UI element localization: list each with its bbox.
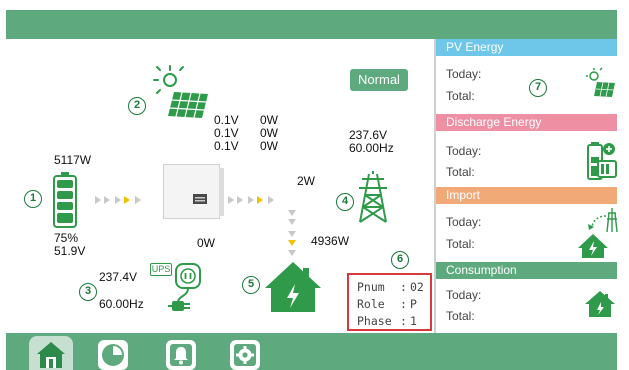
pnum-value: 02: [410, 280, 424, 294]
phase-label: Phase: [357, 314, 392, 328]
ups-outlet-icon[interactable]: UPS: [148, 263, 206, 315]
home-power: 4936W: [311, 234, 350, 248]
home-nav-icon: [37, 342, 65, 368]
badge-home: 5: [242, 276, 260, 294]
pv-energy-total-label: Total:: [446, 89, 475, 103]
status-badge: Normal: [350, 69, 408, 91]
battery-power: 5117W: [54, 153, 92, 167]
inverter-icon[interactable]: [163, 164, 225, 224]
consumption-today-label: Today:: [446, 288, 482, 302]
battery-icon[interactable]: [53, 172, 77, 228]
role-value: P: [410, 297, 417, 311]
tab-settings[interactable]: [230, 340, 260, 370]
discharge-energy-total-label: Total:: [446, 165, 475, 179]
import-today-label: Today:: [446, 215, 482, 229]
ups-voltage: 237.4V: [99, 270, 138, 284]
consumption-total-label: Total:: [446, 309, 475, 323]
badge-battery: 1: [24, 190, 42, 208]
import-header: Import: [436, 187, 617, 204]
gear-icon: [234, 344, 256, 366]
tab-home[interactable]: [29, 336, 73, 370]
home-consumption-icon: [585, 291, 615, 317]
pnum-label: Pnum: [357, 280, 385, 294]
battery-voltage: 51.9V: [54, 244, 86, 258]
pv-energy-header: PV Energy: [436, 39, 617, 56]
power-tower-icon[interactable]: [356, 171, 390, 223]
flow-arrows-grid: [228, 196, 274, 204]
top-bar: [6, 10, 617, 39]
discharge-energy-header: Discharge Energy: [436, 114, 617, 131]
solar-panel-icon[interactable]: [152, 64, 212, 122]
tab-statistics[interactable]: [98, 340, 128, 370]
consumption-header: Consumption: [436, 262, 617, 279]
grid-import-icon: [578, 208, 618, 258]
badge-grid: 4: [336, 193, 354, 211]
bell-icon: [170, 344, 192, 366]
flow-arrows-home: [288, 210, 296, 256]
pv-voltage-3: 0.1V: [214, 139, 239, 153]
import-total-label: Total:: [446, 237, 475, 251]
battery-discharge-icon: [587, 142, 617, 180]
flow-arrows-battery: [95, 196, 141, 204]
ups-frequency: 60.00Hz: [99, 297, 144, 311]
role-label: Role: [357, 297, 385, 311]
tab-alarms[interactable]: [166, 340, 196, 370]
pie-chart-icon: [102, 344, 124, 366]
badge-inverter-info: 6: [391, 251, 409, 269]
pv-power-3: 0W: [260, 139, 278, 153]
phase-value: 1: [410, 314, 417, 328]
badge-ups: 3: [79, 283, 97, 301]
grid-power: 2W: [297, 174, 315, 188]
solar-panel-small-icon: [586, 67, 615, 97]
phase-sep: :: [400, 314, 407, 328]
discharge-energy-today-label: Today:: [446, 144, 482, 158]
pnum-sep: :: [400, 280, 407, 294]
role-sep: :: [400, 297, 407, 311]
badge-pv: 2: [128, 97, 146, 115]
badge-energy-summary: 7: [529, 79, 547, 97]
home-icon[interactable]: [265, 262, 321, 312]
ups-power: 0W: [197, 236, 215, 250]
pv-energy-today-label: Today:: [446, 67, 482, 81]
grid-frequency: 60.00Hz: [349, 141, 394, 155]
